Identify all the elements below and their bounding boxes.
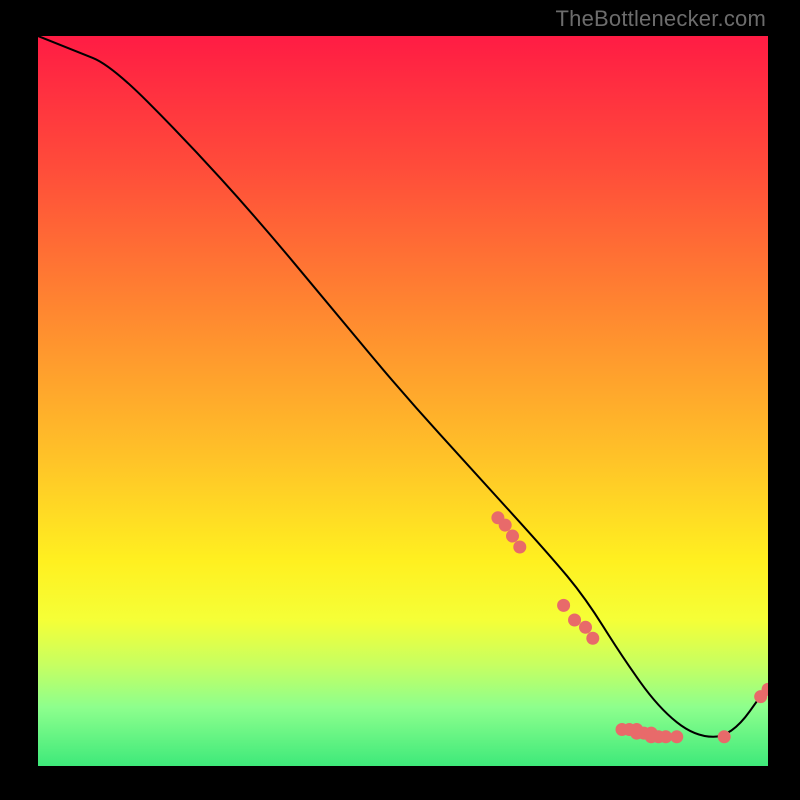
chart-svg xyxy=(38,36,768,766)
data-marker xyxy=(499,519,512,532)
attribution-label: TheBottlenecker.com xyxy=(556,6,766,32)
data-marker xyxy=(718,730,731,743)
data-marker xyxy=(579,621,592,634)
data-marker xyxy=(670,730,683,743)
data-marker xyxy=(586,632,599,645)
marker-group xyxy=(491,511,768,743)
data-marker xyxy=(557,599,570,612)
data-marker xyxy=(568,614,581,627)
data-marker xyxy=(506,530,519,543)
data-marker xyxy=(513,541,526,554)
plot-area xyxy=(37,35,769,767)
chart-frame: TheBottlenecker.com xyxy=(0,0,800,800)
curve-path xyxy=(38,36,768,737)
